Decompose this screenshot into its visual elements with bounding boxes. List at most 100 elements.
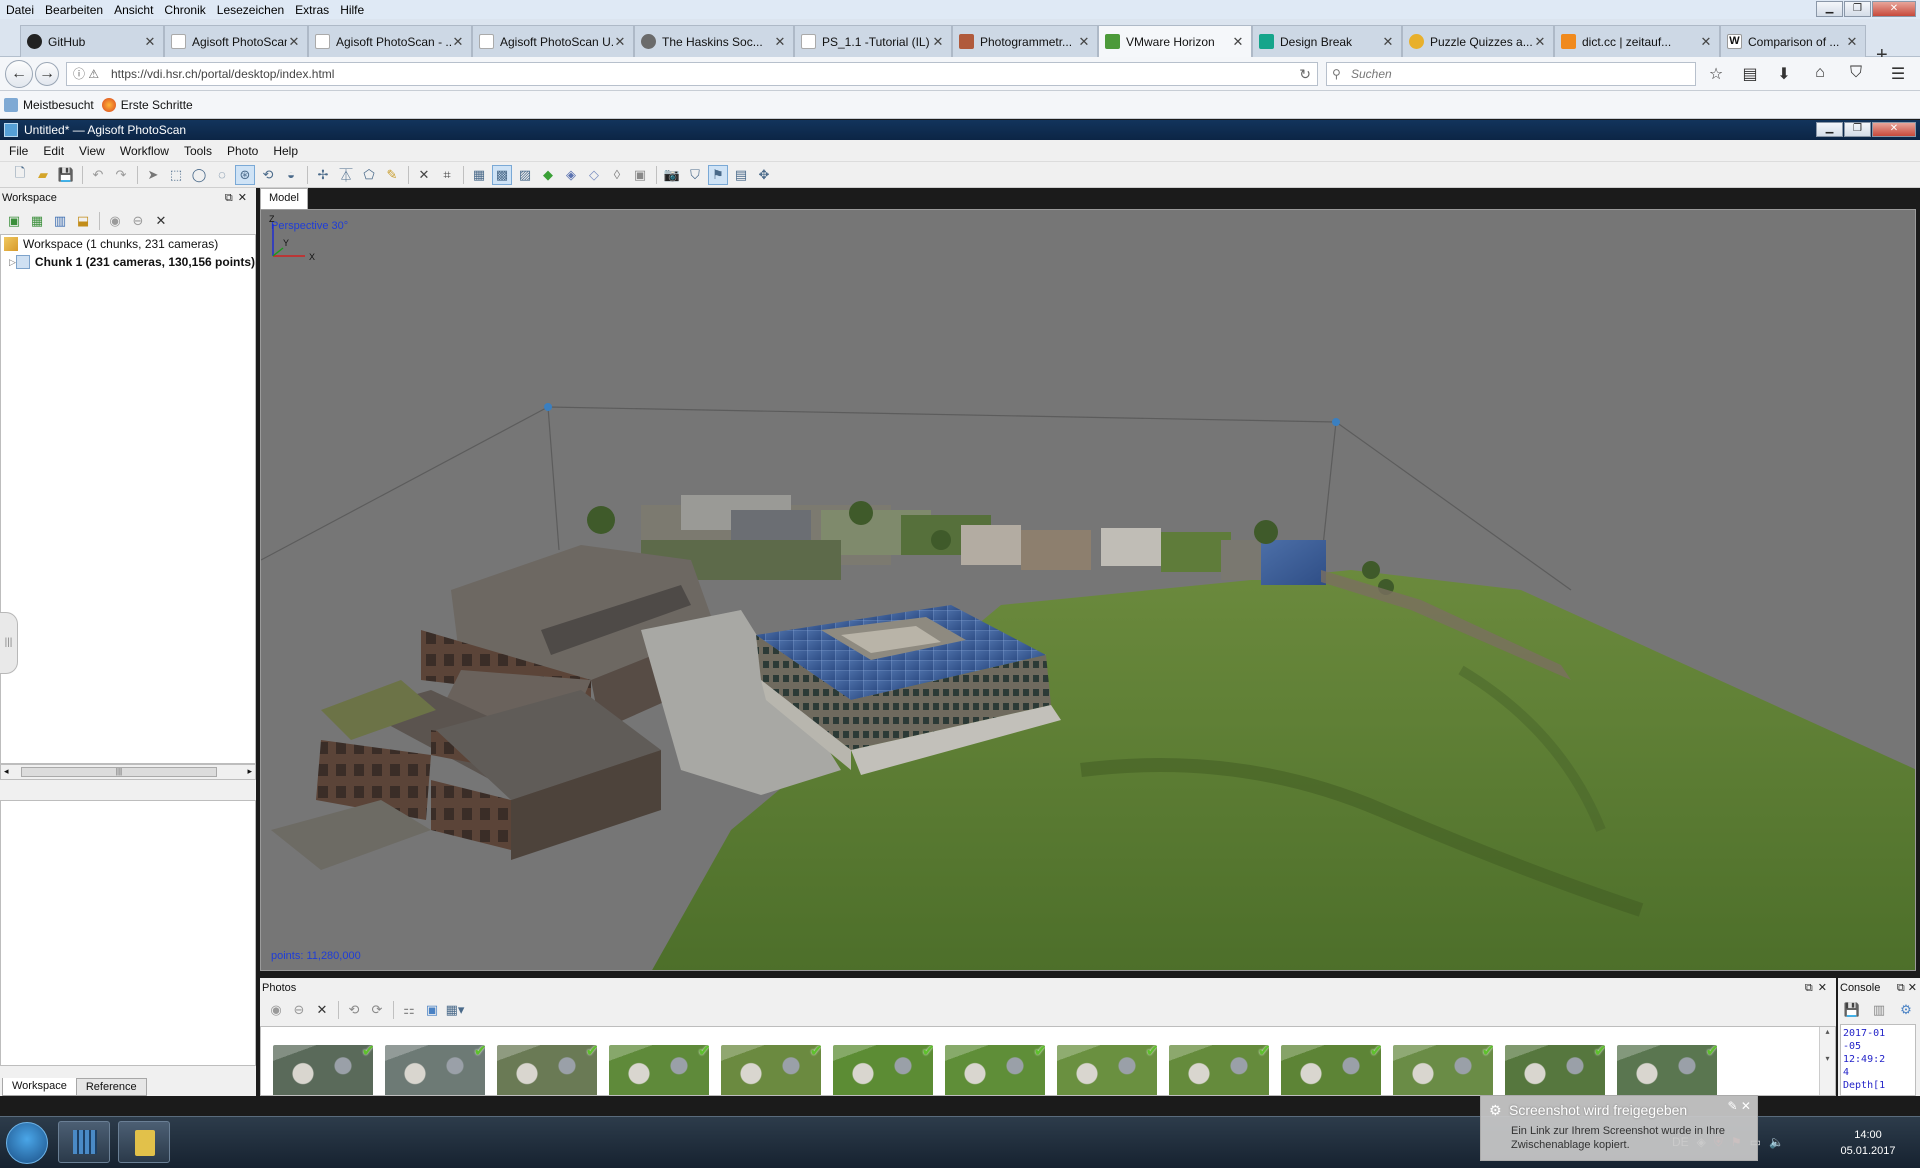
wireframe-model-icon[interactable]: ◇ xyxy=(584,165,604,185)
start-button[interactable] xyxy=(6,1122,48,1164)
tab-ps-tutorial[interactable]: PS_1.1 -Tutorial (IL) ... ✕ xyxy=(794,25,952,57)
photo-thumbnail[interactable]: ✔ xyxy=(1393,1045,1493,1095)
close-icon[interactable]: ✕ xyxy=(287,34,301,50)
tab-dict-cc[interactable]: dict.cc | zeitauf... ✕ xyxy=(1554,25,1720,57)
add-marker-icon[interactable]: ⬓ xyxy=(73,211,93,231)
panel-float-close-icon[interactable]: ⧉✕ xyxy=(1897,981,1920,995)
search-bar[interactable]: ⚲ Suchen xyxy=(1326,62,1696,86)
photo-thumbnail[interactable]: ✔ xyxy=(385,1045,485,1095)
rotate-object-icon[interactable]: ◒ xyxy=(281,165,301,185)
navigation-arrow-icon[interactable]: ➤ xyxy=(143,165,163,185)
close-icon[interactable]: ✕ xyxy=(773,34,787,50)
reload-icon[interactable]: ↻ xyxy=(1299,63,1311,85)
close-icon[interactable]: ✕ xyxy=(451,34,465,50)
model-viewport[interactable]: Perspective 30° points: 11,280,000 Z Y X xyxy=(260,209,1916,971)
point-cloud-icon[interactable]: ▩ xyxy=(492,164,512,185)
circle-selection-icon[interactable]: ◯ xyxy=(189,165,209,185)
close-icon[interactable]: ✕ xyxy=(143,34,157,50)
close-icon[interactable]: ✕ xyxy=(931,34,945,50)
camera-icon[interactable]: 📷 xyxy=(662,165,682,185)
forward-button[interactable]: → xyxy=(35,62,59,86)
rotate-left-icon[interactable]: ⟲ xyxy=(344,1000,364,1020)
move-object-icon[interactable]: ⟲ xyxy=(258,165,278,185)
add-folder-icon[interactable]: ▥ xyxy=(50,211,70,231)
taskbar-app-explorer[interactable] xyxy=(118,1121,170,1163)
reset-view-icon[interactable]: ✥ xyxy=(754,165,774,185)
bookmark-star-icon[interactable]: ☆ xyxy=(1706,64,1726,84)
tab-reference[interactable]: Reference xyxy=(75,1078,147,1096)
tree-item-chunk[interactable]: ▷ Chunk 1 (231 cameras, 130,156 points) xyxy=(1,253,255,271)
back-button[interactable]: ← xyxy=(5,60,33,88)
shapes-toggle-icon[interactable]: ⛉ xyxy=(685,165,705,185)
tab-comparison[interactable]: W Comparison of ... ✕ xyxy=(1720,25,1866,57)
menu-datei[interactable]: Datei xyxy=(6,3,34,17)
menu-tools[interactable]: Tools xyxy=(184,144,212,158)
app-minimize-button[interactable]: ▁ xyxy=(1816,122,1843,137)
photo-thumbnail[interactable]: ✔ xyxy=(1505,1045,1605,1095)
thumbnails-vertical-scrollbar[interactable]: ▴ ▾ xyxy=(1819,1027,1835,1095)
clear-log-icon[interactable]: ▥ xyxy=(1869,1000,1889,1020)
add-chunk-icon[interactable]: ▣ xyxy=(4,211,24,231)
tab-photogrammetry[interactable]: Photogrammetr... ✕ xyxy=(952,25,1098,57)
solid-model-icon[interactable]: ◈ xyxy=(561,165,581,185)
measure-icon[interactable]: ✎ xyxy=(382,165,402,185)
free-form-selection-icon[interactable]: ◌ xyxy=(212,165,232,185)
home-icon[interactable]: ⌂ xyxy=(1810,64,1830,82)
region-handle[interactable] xyxy=(1332,418,1340,426)
menu-ansicht[interactable]: Ansicht xyxy=(114,3,153,17)
app-close-button[interactable]: ✕ xyxy=(1872,122,1916,137)
close-icon[interactable]: ✕ xyxy=(1699,34,1713,50)
photo-thumbnail[interactable]: ✔ xyxy=(945,1045,1045,1095)
workspace-horizontal-scrollbar[interactable]: ◂ ||| ▸ xyxy=(0,764,256,780)
menu-view[interactable]: View xyxy=(79,144,105,158)
delete-selection-icon[interactable]: ✕ xyxy=(414,165,434,185)
rectangle-selection-icon[interactable]: ⬚ xyxy=(166,165,186,185)
menu-file[interactable]: File xyxy=(9,144,28,158)
tab-vmware-horizon[interactable]: VMware Horizon ✕ xyxy=(1098,25,1252,57)
scroll-left-icon[interactable]: ◂ xyxy=(4,766,9,777)
clock[interactable]: 14:00 05.01.2017 xyxy=(1830,1127,1906,1159)
photo-thumbnail[interactable]: ✔ xyxy=(609,1045,709,1095)
restore-button[interactable]: ❐ xyxy=(1844,1,1871,17)
rotate-right-icon[interactable]: ⟳ xyxy=(367,1000,387,1020)
filter-icon[interactable]: ⚏ xyxy=(399,1000,419,1020)
hamburger-menu-icon[interactable]: ☰ xyxy=(1888,64,1908,84)
save-log-icon[interactable]: 💾 xyxy=(1842,1000,1862,1020)
redo-icon[interactable]: ↷ xyxy=(111,165,131,185)
thumbnail-size-icon[interactable]: ▦▾ xyxy=(445,1000,465,1020)
add-photos-icon[interactable]: ▦ xyxy=(27,211,47,231)
tab-agisoft-3[interactable]: Agisoft PhotoScan U... ✕ xyxy=(472,25,634,57)
close-icon[interactable]: ✕ xyxy=(1533,34,1547,50)
panel-float-close-icon[interactable]: ⧉✕ xyxy=(1805,981,1832,995)
shape-icon[interactable]: ⬠ xyxy=(359,165,379,185)
tree-item-workspace[interactable]: Workspace (1 chunks, 231 cameras) xyxy=(1,235,255,253)
new-document-icon[interactable]: 🗋 xyxy=(10,165,30,185)
shaded-model-icon[interactable]: ◆ xyxy=(538,165,558,185)
panel-float-close-icon[interactable]: ⧉✕ xyxy=(225,191,252,205)
tab-workspace[interactable]: Workspace xyxy=(2,1078,77,1096)
tab-github[interactable]: GitHub ✕ xyxy=(20,25,164,57)
menu-workflow[interactable]: Workflow xyxy=(120,144,169,158)
menu-photo[interactable]: Photo xyxy=(227,144,258,158)
close-icon[interactable]: ✕ xyxy=(1381,34,1395,50)
photo-thumbnail[interactable]: ✔ xyxy=(1057,1045,1157,1095)
scrollbar-thumb[interactable]: ||| xyxy=(21,767,217,777)
close-icon[interactable]: ✕ xyxy=(613,34,627,50)
close-icon[interactable]: ✕ xyxy=(1231,34,1245,50)
undo-icon[interactable]: ↶ xyxy=(88,165,108,185)
menu-edit[interactable]: Edit xyxy=(43,144,64,158)
menu-extras[interactable]: Extras xyxy=(295,3,329,17)
menu-hilfe[interactable]: Hilfe xyxy=(340,3,364,17)
reading-list-icon[interactable]: ▤ xyxy=(1740,64,1760,84)
open-folder-icon[interactable]: ▰ xyxy=(33,165,53,185)
tab-model[interactable]: Model xyxy=(260,188,308,209)
textured-model-icon[interactable]: ◊ xyxy=(607,165,627,185)
app-restore-button[interactable]: ❐ xyxy=(1844,122,1871,137)
menu-help[interactable]: Help xyxy=(273,144,298,158)
photo-thumbnail[interactable]: ✔ xyxy=(1281,1045,1381,1095)
side-drawer-handle[interactable]: ||| xyxy=(0,612,18,674)
markers-toggle-icon[interactable]: ⚑ xyxy=(708,164,728,185)
enable-camera-icon[interactable]: ◉ xyxy=(266,1000,286,1020)
close-icon[interactable]: ✕ xyxy=(1845,34,1859,50)
disable-icon[interactable]: ⊖ xyxy=(128,211,148,231)
